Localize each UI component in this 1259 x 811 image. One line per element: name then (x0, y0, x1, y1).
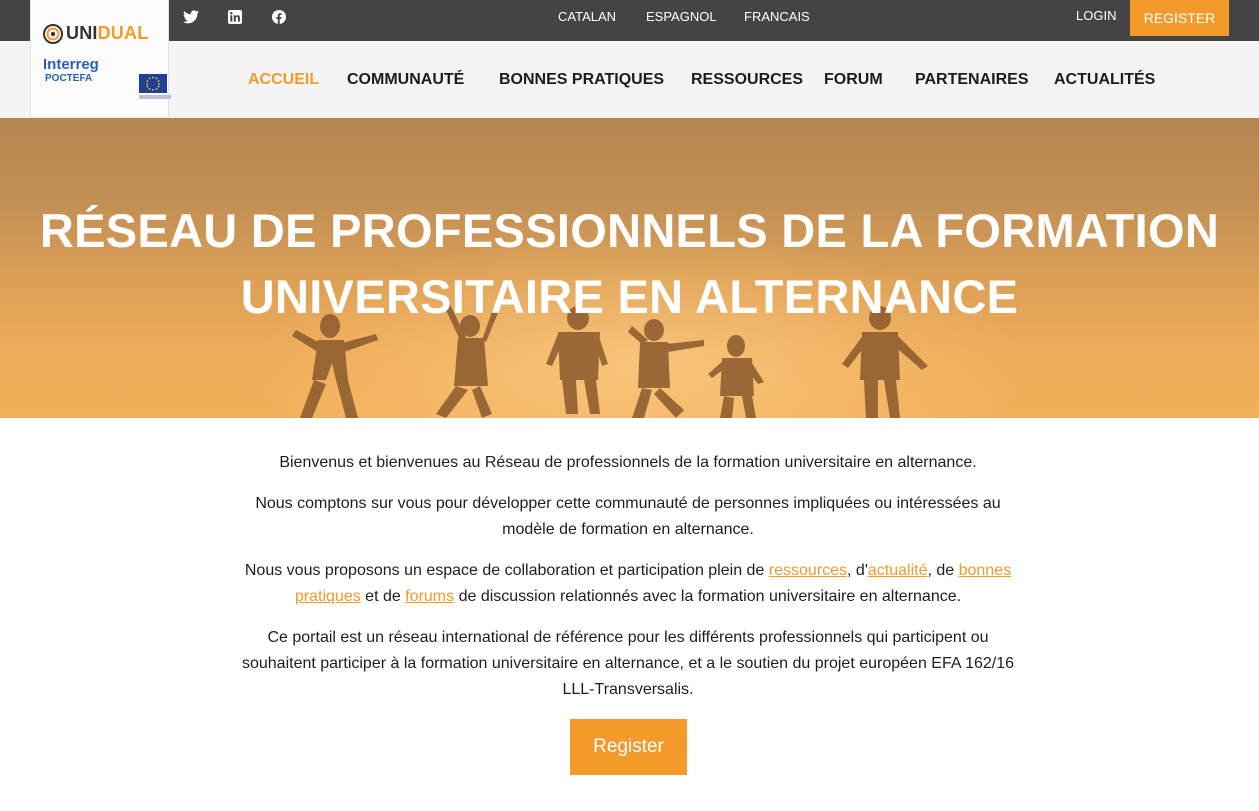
hero-title-line-2: UNIVERSITAIRE EN ALTERNANCE (240, 270, 1019, 323)
nav-actualites[interactable]: ACTUALITÉS (1054, 41, 1155, 118)
intro-paragraph-3: Nous vous proposons un espace de collabo… (230, 558, 1026, 610)
actualite-link[interactable]: actualité (868, 562, 928, 579)
forums-link[interactable]: forums (405, 588, 454, 605)
site-logo[interactable]: UNIDUAL Interreg POCTEFA (30, 0, 171, 118)
unidual-spiral-icon (43, 23, 63, 44)
nav-accueil[interactable]: ACCUEIL (248, 41, 319, 118)
nav-communaute[interactable]: COMMUNAUTÉ (347, 41, 464, 118)
register-button[interactable]: Register (570, 719, 687, 775)
paragraph-3-text-d: et de (360, 588, 406, 605)
login-link[interactable]: LOGIN (1076, 0, 1116, 32)
hero-title-line-1: RÉSEAU DE PROFESSIONNELS DE LA FORMATION (39, 204, 1220, 257)
unidual-logo: UNIDUAL (43, 23, 148, 44)
language-francais-link[interactable]: FRANCAIS (744, 0, 810, 34)
nav-forum[interactable]: FORUM (824, 41, 883, 118)
nav-partenaires[interactable]: PARTENAIRES (915, 41, 1029, 118)
paragraph-3-text-e: de discussion relationnés avec la format… (454, 588, 962, 605)
facebook-icon[interactable] (272, 0, 286, 33)
linkedin-icon[interactable] (228, 0, 242, 33)
language-espagnol-link[interactable]: ESPAGNOL (646, 0, 717, 34)
interreg-logo: Interreg POCTEFA (43, 56, 171, 99)
eu-caption (139, 95, 171, 99)
unidual-logo-text-dual: DUAL (97, 23, 149, 43)
interreg-subtitle: POCTEFA (45, 73, 93, 84)
hero-title: RÉSEAU DE PROFESSIONNELS DE LA FORMATION… (0, 198, 1259, 330)
interreg-name: Interreg (43, 56, 99, 73)
eu-flag-icon (139, 74, 167, 93)
unidual-logo-text-uni: UNI (66, 23, 98, 43)
top-bar: CATALAN ESPAGNOL FRANCAIS LOGIN REGISTER (0, 0, 1259, 41)
intro-paragraph-1: Bienvenus et bienvenues au Réseau de pro… (279, 454, 977, 471)
twitter-icon[interactable] (183, 0, 199, 33)
intro-content: Bienvenus et bienvenues au Réseau de pro… (230, 450, 1026, 718)
paragraph-3-text-c: , de (927, 562, 959, 579)
paragraph-3-text-b: , d' (847, 562, 868, 579)
nav-bonnes-pratiques[interactable]: BONNES PRATIQUES (499, 41, 664, 118)
nav-ressources[interactable]: RESSOURCES (691, 41, 803, 118)
register-top-button[interactable]: REGISTER (1130, 0, 1229, 36)
language-catalan-link[interactable]: CATALAN (558, 0, 616, 34)
ressources-link[interactable]: ressources (769, 562, 847, 579)
intro-paragraph-2: Nous comptons sur vous pour développer c… (255, 495, 1001, 538)
paragraph-3-text-a: Nous vous proposons un espace de collabo… (244, 562, 769, 579)
intro-paragraph-4: Ce portail est un réseau international d… (241, 629, 1015, 698)
hero-banner: RÉSEAU DE PROFESSIONNELS DE LA FORMATION… (0, 118, 1259, 418)
